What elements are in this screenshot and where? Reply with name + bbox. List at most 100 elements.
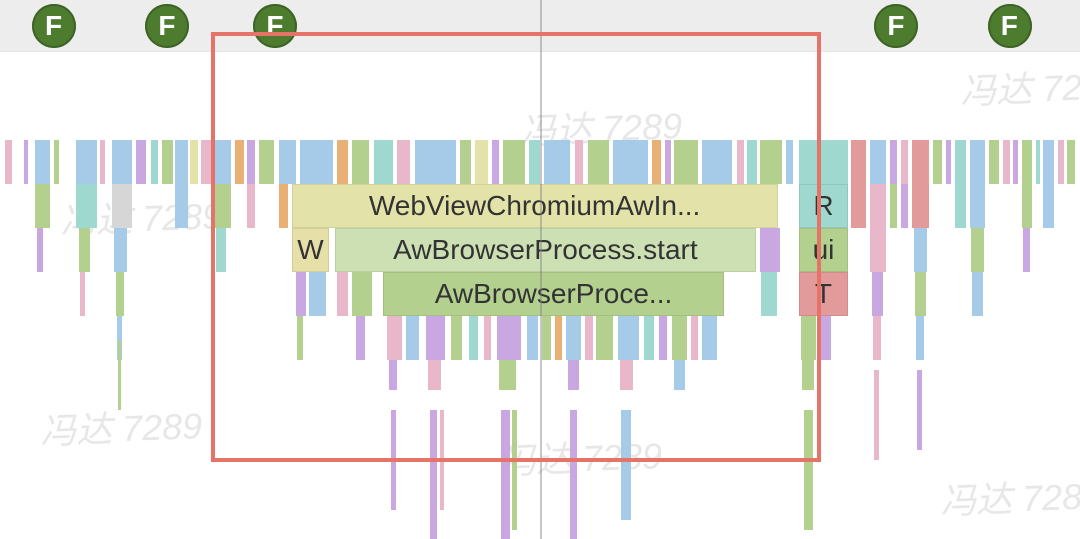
trace-slice[interactable]	[216, 228, 226, 272]
trace-slice[interactable]	[337, 140, 348, 184]
trace-slice[interactable]	[503, 140, 525, 184]
trace-slice[interactable]	[391, 410, 396, 510]
trace-slice[interactable]	[674, 360, 685, 390]
trace-slice[interactable]	[374, 140, 393, 184]
trace-slice[interactable]	[300, 140, 332, 184]
trace-slice[interactable]	[799, 140, 848, 184]
trace-slice[interactable]	[585, 316, 593, 360]
trace-slice[interactable]	[54, 140, 59, 184]
trace-slice[interactable]	[469, 316, 479, 360]
trace-slice[interactable]	[175, 184, 188, 228]
trace-slice[interactable]	[901, 140, 909, 184]
trace-slice[interactable]	[802, 360, 814, 390]
trace-slice[interactable]	[644, 316, 655, 360]
trace-slice[interactable]	[296, 272, 306, 316]
trace-slice[interactable]	[151, 140, 157, 184]
trace-slice[interactable]	[620, 360, 633, 390]
trace-slice[interactable]	[337, 272, 348, 316]
trace-slice[interactable]	[870, 184, 885, 228]
trace-slice[interactable]	[1067, 140, 1075, 184]
trace-slice[interactable]	[1043, 184, 1054, 228]
trace-slice[interactable]	[100, 140, 104, 184]
trace-slice[interactable]	[914, 228, 927, 272]
trace-slice[interactable]	[1022, 140, 1033, 184]
trace-slice[interactable]	[247, 140, 255, 184]
trace-slice[interactable]	[613, 140, 648, 184]
trace-slice[interactable]	[352, 272, 371, 316]
trace-slice[interactable]	[621, 410, 631, 520]
trace-slice[interactable]	[1022, 184, 1033, 228]
trace-slice[interactable]	[760, 228, 779, 272]
trace-slice[interactable]	[674, 140, 698, 184]
trace-slice[interactable]	[5, 140, 11, 184]
trace-slice[interactable]	[309, 272, 326, 316]
trace-slice-r[interactable]: R	[799, 184, 848, 228]
trace-slice[interactable]	[1023, 228, 1031, 272]
trace-slice[interactable]	[1043, 140, 1054, 184]
trace-slice[interactable]	[1058, 140, 1063, 184]
trace-slice[interactable]	[214, 184, 231, 228]
trace-slice[interactable]	[37, 228, 43, 272]
trace-slice[interactable]	[112, 140, 131, 184]
trace-slice[interactable]	[1013, 140, 1018, 184]
frame-marker[interactable]: F	[253, 4, 297, 48]
trace-slice[interactable]	[760, 140, 782, 184]
trace-slice[interactable]	[555, 316, 561, 360]
trace-slice[interactable]	[529, 140, 540, 184]
trace-slice[interactable]	[279, 140, 296, 184]
trace-slice[interactable]	[80, 272, 85, 316]
trace-slice[interactable]	[279, 184, 289, 228]
trace-slice[interactable]	[389, 360, 398, 390]
trace-slice[interactable]	[76, 184, 98, 228]
trace-slice[interactable]	[702, 316, 717, 360]
trace-slice[interactable]	[851, 140, 866, 184]
trace-slice[interactable]	[821, 316, 831, 360]
trace-slice[interactable]	[297, 316, 303, 360]
trace-slice[interactable]	[570, 410, 576, 539]
trace-slice[interactable]	[955, 140, 966, 184]
trace-slice-w[interactable]: W	[292, 228, 330, 272]
trace-slice[interactable]	[235, 140, 244, 184]
trace-slice[interactable]	[933, 140, 942, 184]
trace-slice[interactable]	[702, 140, 732, 184]
trace-slice[interactable]	[890, 184, 898, 228]
trace-slice[interactable]	[201, 140, 211, 184]
trace-viewport[interactable]: 冯达 7289 冯达 7289 冯达 7289 冯达 7289 冯达 7289 …	[0, 0, 1080, 539]
trace-slice[interactable]	[475, 140, 488, 184]
trace-slice[interactable]	[915, 272, 926, 316]
trace-slice[interactable]	[497, 316, 521, 360]
trace-slice[interactable]	[917, 370, 922, 450]
trace-slice[interactable]	[35, 184, 50, 228]
trace-slice[interactable]	[972, 272, 983, 316]
trace-slice[interactable]	[874, 370, 879, 460]
trace-slice[interactable]	[484, 316, 492, 360]
trace-slice[interactable]	[136, 140, 146, 184]
trace-slice[interactable]	[116, 272, 125, 316]
trace-slice[interactable]	[79, 228, 90, 272]
trace-slice[interactable]	[114, 228, 127, 272]
frame-ruler[interactable]: F F F F F	[0, 0, 1080, 52]
trace-slice-ui[interactable]: ui	[799, 228, 848, 272]
frame-marker[interactable]: F	[874, 4, 918, 48]
trace-slice[interactable]	[747, 140, 757, 184]
flame-chart[interactable]: WebViewChromiumAwIn... R W AwBrowserProc…	[0, 140, 1080, 500]
trace-slice-webview-chromium-awinit[interactable]: WebViewChromiumAwIn...	[292, 184, 778, 228]
trace-slice[interactable]	[387, 316, 402, 360]
trace-slice[interactable]	[901, 184, 909, 228]
trace-slice[interactable]	[542, 316, 551, 360]
trace-slice[interactable]	[659, 316, 668, 360]
trace-slice[interactable]	[970, 140, 985, 184]
trace-slice[interactable]	[665, 140, 670, 184]
trace-slice[interactable]	[24, 140, 28, 184]
trace-slice[interactable]	[76, 140, 98, 184]
frame-marker[interactable]: F	[988, 4, 1032, 48]
trace-slice[interactable]	[118, 340, 121, 410]
trace-slice[interactable]	[870, 228, 885, 272]
trace-slice[interactable]	[214, 140, 231, 184]
trace-slice[interactable]	[460, 140, 471, 184]
trace-slice[interactable]	[1003, 140, 1009, 184]
trace-slice[interactable]	[989, 140, 999, 184]
trace-slice[interactable]	[415, 140, 456, 184]
trace-slice[interactable]	[873, 316, 882, 360]
trace-slice[interactable]	[912, 140, 929, 184]
